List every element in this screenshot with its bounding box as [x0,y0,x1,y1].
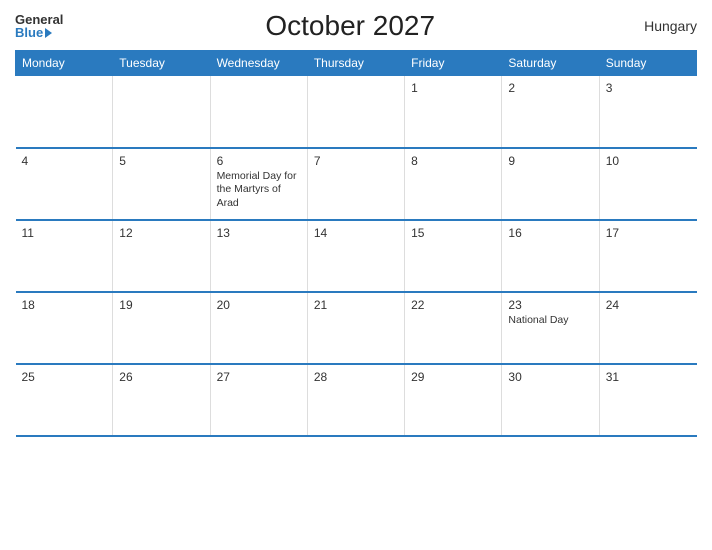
calendar-cell: 5 [113,148,210,220]
day-number: 12 [119,226,203,240]
holiday-label: Memorial Day for the Martyrs of Arad [217,170,301,211]
day-number: 31 [606,370,691,384]
day-number: 30 [508,370,592,384]
day-number: 20 [217,298,301,312]
calendar-header-row: Monday Tuesday Wednesday Thursday Friday… [16,51,697,76]
calendar-cell: 28 [307,364,404,436]
day-number: 29 [411,370,495,384]
calendar-cell: 9 [502,148,599,220]
header-wednesday: Wednesday [210,51,307,76]
day-number: 13 [217,226,301,240]
country-label: Hungary [637,18,697,34]
calendar-cell: 31 [599,364,696,436]
logo: General Blue [15,13,63,39]
header-thursday: Thursday [307,51,404,76]
day-number: 19 [119,298,203,312]
calendar-cell: 30 [502,364,599,436]
calendar-cell: 27 [210,364,307,436]
header-friday: Friday [405,51,502,76]
day-number: 17 [606,226,691,240]
day-number: 16 [508,226,592,240]
day-number: 8 [411,154,495,168]
day-number: 22 [411,298,495,312]
calendar-cell: 13 [210,220,307,292]
calendar-cell: 25 [16,364,113,436]
calendar-cell [113,76,210,148]
day-number: 18 [22,298,107,312]
day-number: 6 [217,154,301,168]
header-sunday: Sunday [599,51,696,76]
calendar-cell: 24 [599,292,696,364]
day-number: 14 [314,226,398,240]
calendar-cell: 17 [599,220,696,292]
day-number: 7 [314,154,398,168]
table-row: 123 [16,76,697,148]
calendar-cell: 29 [405,364,502,436]
day-number: 2 [508,81,592,95]
holiday-label: National Day [508,314,592,328]
day-number: 4 [22,154,107,168]
header-monday: Monday [16,51,113,76]
calendar-cell: 11 [16,220,113,292]
day-number: 26 [119,370,203,384]
calendar-cell [210,76,307,148]
calendar-cell: 23 National Day [502,292,599,364]
calendar-cell: 19 [113,292,210,364]
calendar-cell: 21 [307,292,404,364]
table-row: 25 26 27 28 29 30 31 [16,364,697,436]
calendar-cell: 7 [307,148,404,220]
day-number: 25 [22,370,107,384]
day-number: 28 [314,370,398,384]
calendar-cell: 12 [113,220,210,292]
day-number: 1 [411,81,495,95]
day-number: 24 [606,298,691,312]
logo-blue-text: Blue [15,26,63,39]
header-saturday: Saturday [502,51,599,76]
calendar-cell: 22 [405,292,502,364]
calendar-cell: 4 [16,148,113,220]
logo-triangle-icon [45,28,52,38]
empty-cell [16,76,113,148]
calendar-cell: 16 [502,220,599,292]
day-number: 15 [411,226,495,240]
day-number: 23 [508,298,592,312]
day-number: 3 [606,81,691,95]
day-number: 21 [314,298,398,312]
table-row: 456 Memorial Day for the Martyrs of Arad 7… [16,148,697,220]
calendar-cell: 15 [405,220,502,292]
day-number: 10 [606,154,691,168]
calendar-cell [307,76,404,148]
calendar-cell: 26 [113,364,210,436]
calendar-table: Monday Tuesday Wednesday Thursday Friday… [15,50,697,437]
calendar-page: General Blue October 2027 Hungary Monday… [0,0,712,550]
calendar-header: General Blue October 2027 Hungary [15,10,697,42]
calendar-cell: 14 [307,220,404,292]
calendar-cell: 10 [599,148,696,220]
day-number: 11 [22,226,107,240]
table-row: 18 19 20 21 22 23 National Day 24 [16,292,697,364]
calendar-cell: 8 [405,148,502,220]
calendar-cell: 2 [502,76,599,148]
day-number: 27 [217,370,301,384]
calendar-cell: 3 [599,76,696,148]
calendar-cell: 1 [405,76,502,148]
header-tuesday: Tuesday [113,51,210,76]
calendar-cell: 6 Memorial Day for the Martyrs of Arad [210,148,307,220]
table-row: 11 12 13 14 15 16 17 [16,220,697,292]
day-number: 5 [119,154,203,168]
calendar-cell: 20 [210,292,307,364]
day-number: 9 [508,154,592,168]
calendar-cell: 18 [16,292,113,364]
calendar-title: October 2027 [63,10,637,42]
